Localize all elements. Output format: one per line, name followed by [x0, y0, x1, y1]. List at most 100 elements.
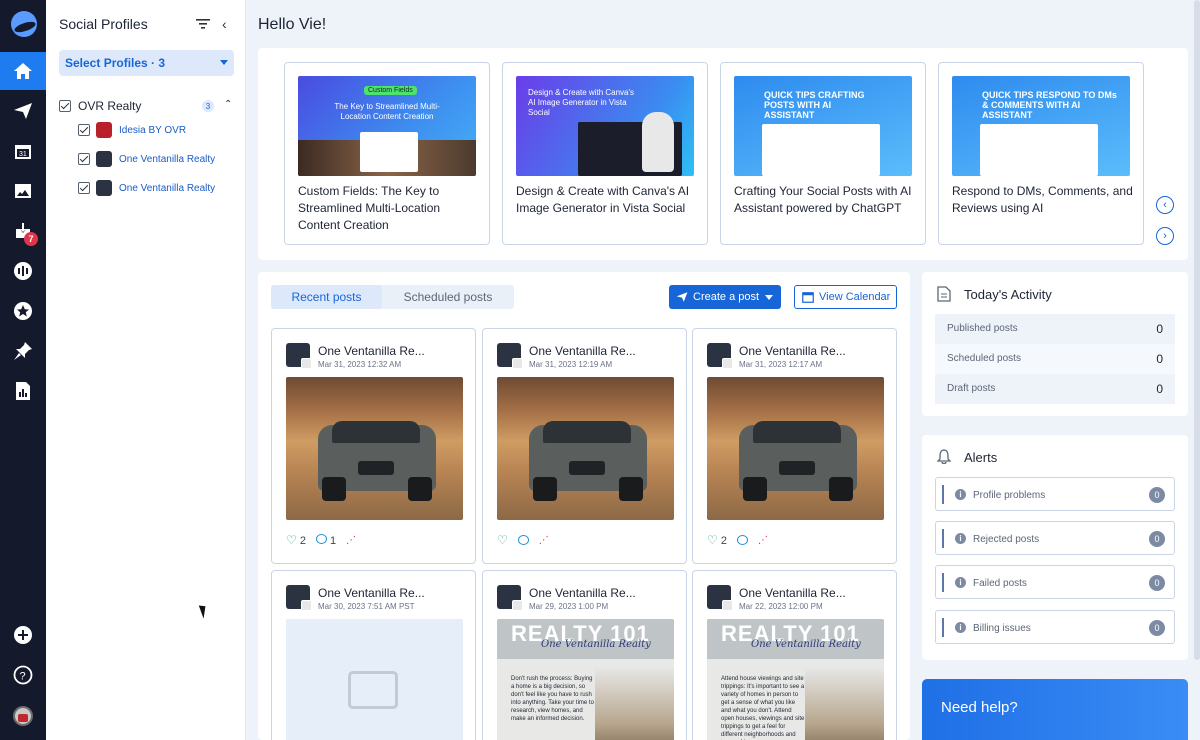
document-icon: [937, 286, 951, 302]
select-profiles-dropdown[interactable]: Select Profiles · 3: [59, 50, 234, 76]
post-image[interactable]: REALTY 101 One Ventanilla Realty Don't r…: [497, 619, 674, 740]
video-placeholder[interactable]: [286, 619, 463, 740]
post-image[interactable]: [707, 377, 884, 520]
nav-calendar[interactable]: 31: [0, 132, 46, 170]
nav-home[interactable]: [0, 52, 46, 90]
bell-icon: [937, 449, 951, 465]
activity-value: 0: [1156, 322, 1163, 336]
nav-pin[interactable]: [0, 332, 46, 370]
reviews-icon: [14, 302, 32, 320]
post-date: Mar 31, 2023 12:17 AM: [739, 360, 823, 369]
profile-avatar: [286, 343, 312, 369]
alert-row[interactable]: i Rejected posts 0: [935, 521, 1175, 555]
comment-icon: [517, 535, 529, 545]
post-card[interactable]: One Ventanilla Re... Mar 31, 2023 12:17 …: [692, 328, 897, 564]
activity-row: Scheduled posts 0: [935, 344, 1175, 374]
chevron-up-icon[interactable]: ⌃: [224, 99, 232, 110]
alert-row[interactable]: i Failed posts 0: [935, 565, 1175, 599]
question-icon: ?: [13, 665, 33, 685]
profile-item[interactable]: One Ventanilla Realty: [78, 180, 238, 198]
collapse-panel-icon[interactable]: ‹: [222, 16, 227, 32]
comment-icon: [736, 535, 748, 545]
need-help-label: Need help?: [941, 699, 1018, 716]
profile-avatar: [96, 122, 112, 138]
post-card[interactable]: One Ventanilla Re... Mar 30, 2023 7:51 A…: [271, 570, 476, 740]
info-icon: i: [955, 489, 966, 500]
post-stats: ♡ 2 ⋰: [707, 533, 768, 547]
profile-item[interactable]: Idesia BY OVR: [78, 122, 238, 140]
profile-avatar: [96, 151, 112, 167]
share-icon: ⋰: [538, 534, 549, 546]
profile-checkbox[interactable]: [78, 182, 90, 194]
pin-icon: [14, 342, 32, 360]
carousel-card[interactable]: QUICK TIPS CRAFTING POSTS WITH AI ASSIST…: [720, 62, 926, 245]
image-body-text: Attend house viewings and site trippings…: [721, 676, 805, 738]
alert-label: Profile problems: [973, 490, 1046, 501]
calendar-icon: 31: [15, 145, 31, 159]
card-thumbnail: QUICK TIPS RESPOND TO DMs & COMMENTS WIT…: [952, 76, 1130, 176]
nav-rail: 31 7 ?: [0, 0, 46, 740]
activity-row: Published posts 0: [935, 314, 1175, 344]
profile-checkbox[interactable]: [78, 153, 90, 165]
caret-down-icon[interactable]: [765, 295, 773, 300]
alert-count: 0: [1149, 531, 1165, 547]
alert-row[interactable]: i Billing issues 0: [935, 610, 1175, 644]
post-profile-name: One Ventanilla Re...: [318, 586, 425, 600]
nav-help[interactable]: ?: [0, 656, 46, 694]
select-profiles-label: Select Profiles · 3: [65, 56, 166, 70]
send-icon: [676, 292, 688, 302]
create-post-button[interactable]: Create a post: [669, 285, 781, 309]
image-script: One Ventanilla Realty: [541, 639, 651, 650]
nav-publish[interactable]: [0, 92, 46, 130]
filter-icon[interactable]: [196, 18, 210, 30]
nav-reports[interactable]: [0, 372, 46, 410]
post-image[interactable]: REALTY 101 One Ventanilla Realty Attend …: [707, 619, 884, 740]
profile-checkbox[interactable]: [78, 124, 90, 136]
profile-item[interactable]: One Ventanilla Realty: [78, 151, 238, 169]
post-date: Mar 31, 2023 12:19 AM: [529, 360, 613, 369]
nav-listening[interactable]: [0, 252, 46, 290]
nav-add[interactable]: [0, 616, 46, 654]
carousel-card[interactable]: QUICK TIPS RESPOND TO DMs & COMMENTS WIT…: [938, 62, 1144, 245]
page-scrollbar[interactable]: [1194, 0, 1200, 660]
info-icon: i: [955, 622, 966, 633]
video-camera-icon: [348, 671, 398, 709]
profile-avatar: [96, 180, 112, 196]
nav-media[interactable]: [0, 172, 46, 210]
view-calendar-button[interactable]: View Calendar: [794, 285, 897, 309]
thumb-text: Design & Create with Canva's AI Image Ge…: [528, 88, 635, 117]
carousel-next-icon[interactable]: ›: [1156, 227, 1174, 245]
info-icon: i: [955, 577, 966, 588]
alert-row[interactable]: i Profile problems 0: [935, 477, 1175, 511]
need-help-widget[interactable]: Need help?: [922, 679, 1188, 740]
tab-recent-posts[interactable]: Recent posts: [271, 285, 382, 309]
profile-name: Idesia BY OVR: [119, 125, 187, 136]
alert-count: 0: [1149, 620, 1165, 636]
profile-avatar: [497, 343, 523, 369]
reports-icon: [16, 382, 30, 400]
post-card[interactable]: One Ventanilla Re... Mar 31, 2023 12:32 …: [271, 328, 476, 564]
tab-scheduled-posts[interactable]: Scheduled posts: [382, 285, 514, 309]
carousel-card[interactable]: Custom Fields The Key to Streamlined Mul…: [284, 62, 490, 245]
carousel-card[interactable]: Design & Create with Canva's AI Image Ge…: [502, 62, 708, 245]
activity-label: Published posts: [947, 323, 1018, 334]
group-count-badge: 3: [202, 100, 214, 112]
group-checkbox[interactable]: [59, 100, 71, 112]
nav-inbox[interactable]: 7: [0, 212, 46, 250]
listening-icon: [14, 262, 32, 280]
app-logo[interactable]: [11, 11, 37, 37]
alerts-panel: Alerts i Profile problems 0 i Rejected p…: [922, 435, 1188, 660]
user-avatar[interactable]: [13, 706, 33, 726]
nav-reviews[interactable]: [0, 292, 46, 330]
carousel-prev-icon[interactable]: ‹: [1156, 196, 1174, 214]
alert-label: Failed posts: [973, 578, 1027, 589]
activity-row: Draft posts 0: [935, 374, 1175, 404]
profiles-panel: Social Profiles ‹ Select Profiles · 3 OV…: [46, 0, 246, 740]
post-card[interactable]: One Ventanilla Re... Mar 29, 2023 1:00 P…: [482, 570, 687, 740]
profile-avatar: [286, 585, 312, 611]
post-image[interactable]: [497, 377, 674, 520]
post-card[interactable]: One Ventanilla Re... Mar 22, 2023 12:00 …: [692, 570, 897, 740]
profile-group[interactable]: OVR Realty 3 ⌃: [59, 99, 239, 115]
post-card[interactable]: One Ventanilla Re... Mar 31, 2023 12:19 …: [482, 328, 687, 564]
post-image[interactable]: [286, 377, 463, 520]
